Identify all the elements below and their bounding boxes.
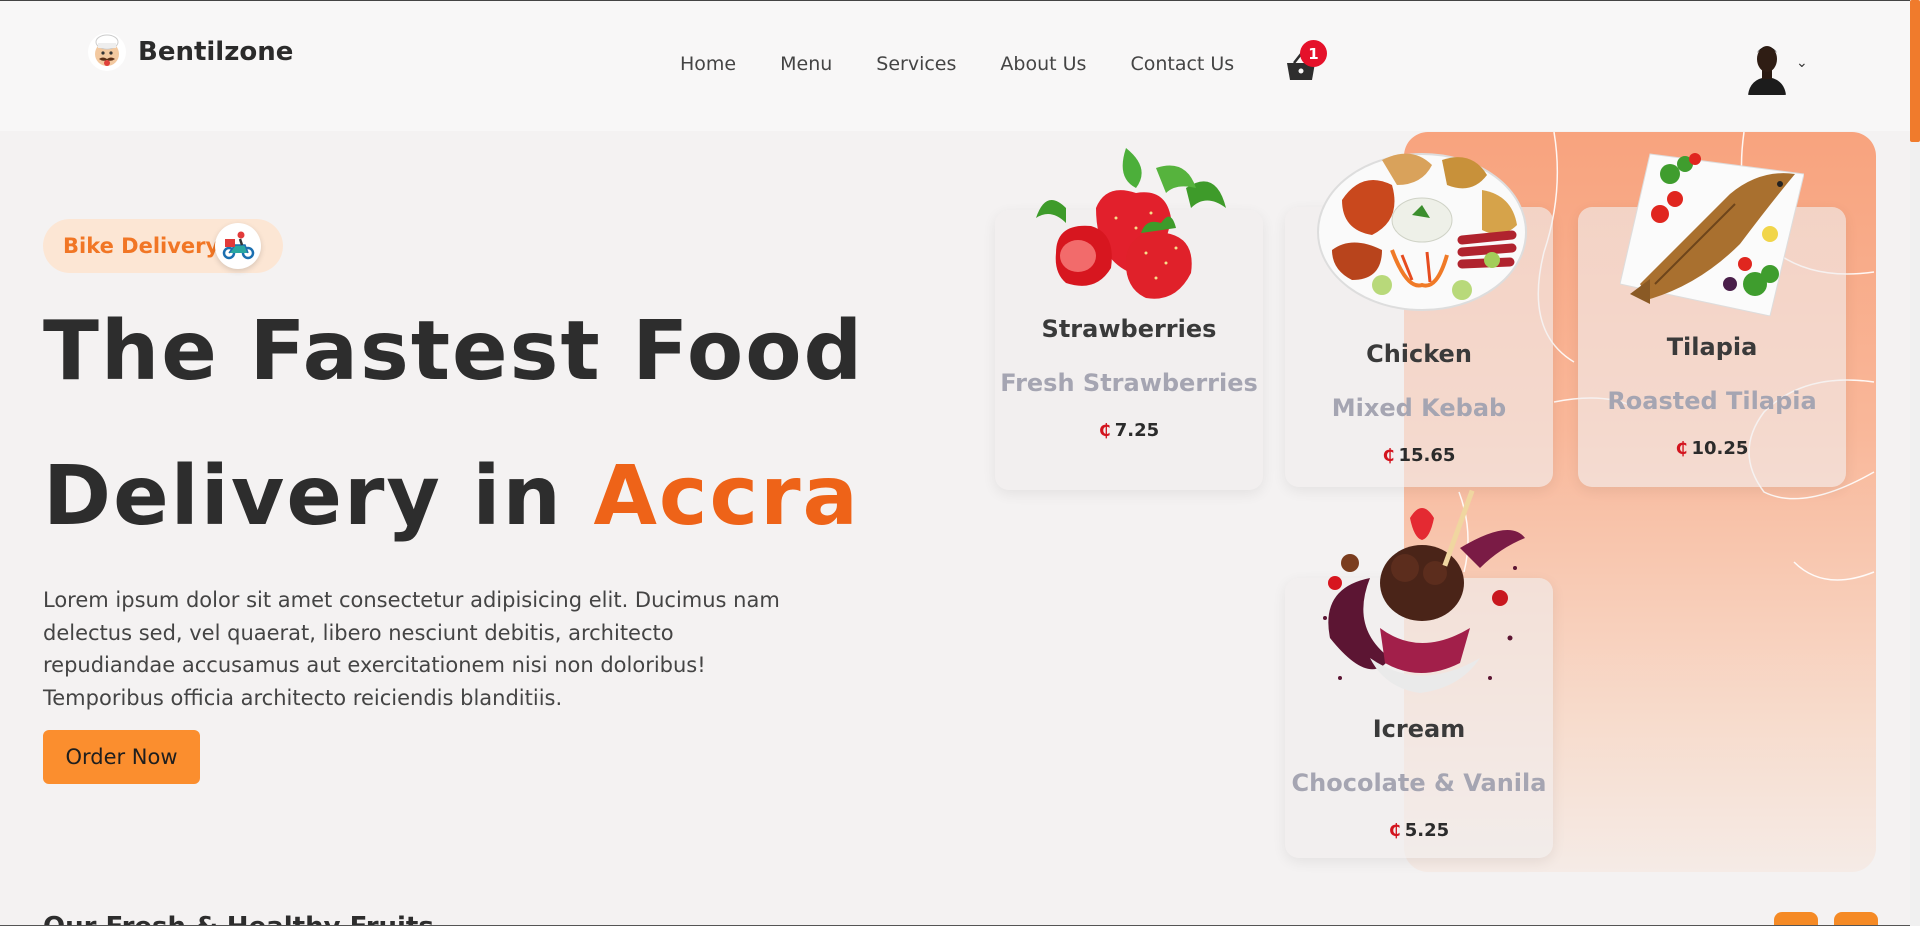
kebab-platter-image bbox=[1312, 140, 1532, 316]
grilled-fish-image bbox=[1619, 134, 1805, 320]
bike-delivery-badge: Bike Delivery bbox=[43, 219, 283, 273]
card-title: Tilapia bbox=[1666, 333, 1758, 361]
price-value: 10.25 bbox=[1691, 438, 1749, 459]
chef-logo-icon bbox=[88, 33, 126, 71]
brand[interactable]: Bentilzone bbox=[88, 33, 293, 71]
price-value: 7.25 bbox=[1114, 420, 1160, 441]
site-header: Bentilzone Home Menu Services About Us C… bbox=[0, 1, 1910, 131]
currency-symbol: ₵ bbox=[1675, 439, 1688, 459]
nav-contact-us[interactable]: Contact Us bbox=[1130, 53, 1234, 75]
carousel-next-button[interactable] bbox=[1834, 912, 1878, 926]
cart-count-badge: 1 bbox=[1300, 40, 1327, 67]
nav-menu[interactable]: Menu bbox=[780, 53, 832, 75]
card-price: ₵ 7.25 bbox=[995, 420, 1263, 441]
ice-cream-image bbox=[1310, 488, 1532, 714]
card-price: ₵ 10.25 bbox=[1578, 438, 1846, 459]
hero-paragraph: Lorem ipsum dolor sit amet consectetur a… bbox=[43, 588, 780, 710]
card-subtitle: Roasted Tilapia bbox=[1607, 387, 1817, 415]
currency-symbol: ₵ bbox=[1388, 821, 1401, 841]
nav-home[interactable]: Home bbox=[680, 53, 736, 75]
currency-symbol: ₵ bbox=[1382, 446, 1395, 466]
fruits-section-heading: Our Fresh & Healthy Fruits bbox=[43, 912, 434, 926]
card-title: Chicken bbox=[1366, 340, 1472, 368]
hero-heading-line1: The Fastest Food bbox=[43, 304, 865, 399]
avatar[interactable] bbox=[1744, 39, 1790, 95]
bike-delivery-label: Bike Delivery bbox=[63, 234, 220, 258]
card-title: Strawberries bbox=[1041, 315, 1217, 343]
card-subtitle: Mixed Kebab bbox=[1331, 394, 1507, 422]
order-now-button[interactable]: Order Now bbox=[43, 730, 200, 784]
delivery-scooter-icon bbox=[215, 223, 261, 269]
card-subtitle: Fresh Strawberries bbox=[1000, 369, 1258, 397]
currency-symbol: ₵ bbox=[1098, 421, 1111, 441]
carousel-prev-button[interactable] bbox=[1774, 912, 1818, 926]
chevron-down-icon[interactable]: ⌄ bbox=[1796, 55, 1808, 71]
card-price: ₵ 5.25 bbox=[1285, 820, 1553, 841]
card-price: ₵ 15.65 bbox=[1285, 445, 1553, 466]
price-value: 5.25 bbox=[1404, 820, 1450, 841]
scrollbar-thumb[interactable] bbox=[1910, 0, 1920, 142]
main-nav: Home Menu Services About Us Contact Us bbox=[680, 53, 1234, 75]
card-title: Icream bbox=[1372, 715, 1466, 743]
strawberries-image bbox=[1026, 148, 1236, 308]
hero-heading-prefix: Delivery in bbox=[43, 449, 594, 544]
hero-heading-line2: Delivery in Accra bbox=[43, 456, 860, 538]
nav-about-us[interactable]: About Us bbox=[1000, 53, 1086, 75]
nav-services[interactable]: Services bbox=[876, 53, 956, 75]
price-value: 15.65 bbox=[1398, 445, 1456, 466]
hero-heading-accent: Accra bbox=[593, 449, 860, 544]
brand-name: Bentilzone bbox=[138, 37, 294, 67]
card-subtitle: Chocolate & Vanila bbox=[1291, 769, 1547, 797]
